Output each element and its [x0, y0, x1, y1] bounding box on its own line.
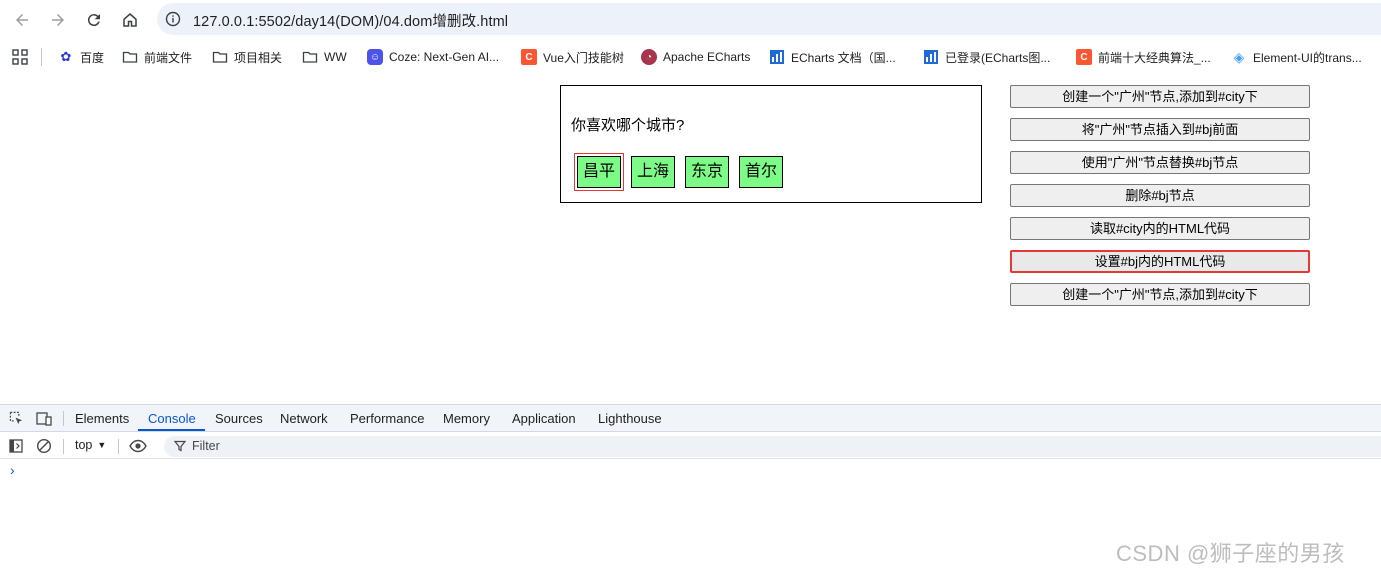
bookmark-baidu[interactable]: ✿ 百度 — [58, 47, 104, 67]
devtools-panel: Elements Console Sources Network Perform… — [0, 404, 1381, 572]
url-text: 127.0.0.1:5502/day14(DOM)/04.dom增删改.html — [193, 14, 509, 30]
replace-bj-button[interactable]: 使用"广州"节点替换#bj节点 — [1010, 151, 1310, 174]
bookmark-label: ECharts 文档（国... — [791, 50, 896, 65]
tab-performance[interactable]: Performance — [350, 411, 424, 426]
chart-icon — [924, 50, 938, 64]
bookmark-label: Coze: Next-Gen AI... — [389, 50, 500, 64]
city-question: 你喜欢哪个城市? — [571, 117, 685, 134]
toolbar-divider — [118, 439, 119, 454]
inspect-element-icon[interactable] — [9, 411, 24, 426]
tab-console[interactable]: Console — [148, 411, 196, 426]
set-bj-html-button[interactable]: 设置#bj内的HTML代码 — [1010, 250, 1310, 273]
bookmark-apache-echarts[interactable]: ◔ Apache ECharts — [641, 47, 750, 67]
apps-grid-icon[interactable] — [12, 49, 28, 65]
device-toolbar-icon[interactable] — [36, 411, 52, 426]
echarts-icon: ◔ — [641, 49, 657, 65]
city-item[interactable]: 东京 — [685, 156, 730, 188]
bookmark-folder-ww[interactable]: WW — [302, 47, 347, 67]
bookmark-label: 已登录(ECharts图... — [945, 50, 1051, 65]
clear-console-icon[interactable] — [36, 438, 52, 454]
create-guangzhou-button-2[interactable]: 创建一个"广州"节点,添加到#city下 — [1010, 283, 1310, 306]
browser-toolbar: 127.0.0.1:5502/day14(DOM)/04.dom增删改.html — [0, 0, 1381, 40]
filter-icon — [174, 440, 186, 452]
read-city-html-button[interactable]: 读取#city内的HTML代码 — [1010, 217, 1310, 240]
bookmark-label: Vue入门技能树 — [543, 50, 624, 65]
remove-bj-button[interactable]: 删除#bj节点 — [1010, 184, 1310, 207]
bookmark-echarts-logged[interactable]: 已登录(ECharts图... — [923, 47, 1050, 67]
bookmark-label: Element-UI的trans... — [1253, 50, 1362, 65]
address-bar[interactable]: 127.0.0.1:5502/day14(DOM)/04.dom增删改.html — [157, 3, 1381, 35]
forward-button[interactable] — [46, 8, 70, 32]
bookmark-coze[interactable]: ☺ Coze: Next-Gen AI... — [367, 47, 499, 67]
create-guangzhou-button[interactable]: 创建一个"广州"节点,添加到#city下 — [1010, 85, 1310, 108]
tab-sources[interactable]: Sources — [215, 411, 263, 426]
city-item-bj[interactable]: 昌平 — [573, 153, 625, 191]
coze-icon: ☺ — [367, 49, 383, 65]
folder-icon — [122, 51, 138, 63]
chart-icon — [770, 50, 784, 64]
tab-memory[interactable]: Memory — [443, 411, 490, 426]
baidu-icon: ✿ — [60, 49, 72, 64]
site-info-icon[interactable] — [165, 11, 181, 27]
watermark-text: CSDN @狮子座的男孩 — [1116, 541, 1345, 566]
bookmark-vue[interactable]: C Vue入门技能树 — [521, 47, 624, 67]
bookmark-folder-frontend[interactable]: 前端文件 — [122, 47, 192, 67]
bookmark-label: 百度 — [80, 50, 105, 65]
toolbar-divider — [63, 439, 64, 454]
city-item[interactable]: 上海 — [631, 156, 676, 188]
sidebar-toggle-icon[interactable] — [9, 439, 23, 453]
csdn-icon: C — [1076, 49, 1092, 65]
dropdown-caret-icon: ▼ — [97, 440, 107, 450]
bookmark-label: 项目相关 — [234, 50, 283, 65]
bookmark-label: Apache ECharts — [663, 50, 751, 64]
tab-elements[interactable]: Elements — [75, 411, 129, 426]
reload-button[interactable] — [82, 8, 106, 32]
bookmark-folder-projects[interactable]: 项目相关 — [212, 47, 282, 67]
eye-icon[interactable] — [129, 439, 147, 453]
tab-lighthouse[interactable]: Lighthouse — [598, 411, 662, 426]
bookmarks-bar: ✿ 百度 前端文件 项目相关 WW ☺ Coze: Next-Gen AI...… — [0, 42, 1381, 72]
arrow-left-icon — [16, 14, 28, 26]
element-icon: ◈ — [1233, 48, 1245, 65]
city-item[interactable]: 首尔 — [739, 156, 784, 188]
filter-input[interactable]: Filter — [164, 436, 1381, 457]
tab-application[interactable]: Application — [512, 411, 576, 426]
bookmark-algorithms[interactable]: C 前端十大经典算法_... — [1076, 47, 1211, 67]
back-button[interactable] — [10, 8, 34, 32]
home-icon — [123, 13, 137, 27]
insert-before-bj-button[interactable]: 将"广州"节点插入到#bj前面 — [1010, 118, 1310, 141]
home-button[interactable] — [118, 8, 142, 32]
bookmark-echarts-docs[interactable]: ECharts 文档（国... — [769, 47, 896, 67]
city-container: 你喜欢哪个城市? 昌平 上海 东京 首尔 — [560, 85, 982, 203]
bookmark-label: 前端十大经典算法_... — [1098, 50, 1211, 65]
context-selector[interactable]: top ▼ — [75, 438, 106, 452]
arrow-right-icon — [52, 14, 64, 26]
folder-icon — [212, 51, 228, 63]
console-toolbar: top ▼ Filter — [0, 433, 1381, 459]
console-prompt[interactable]: › — [10, 462, 15, 478]
context-label: top — [75, 438, 93, 452]
bookmark-label: 前端文件 — [144, 50, 193, 65]
bookmark-element-ui[interactable]: ◈ Element-UI的trans... — [1231, 47, 1362, 67]
csdn-icon: C — [521, 49, 537, 65]
filter-placeholder: Filter — [192, 439, 220, 453]
devtools-tab-bar: Elements Console Sources Network Perform… — [0, 405, 1381, 432]
tab-network[interactable]: Network — [280, 411, 328, 426]
bookmarks-divider — [41, 48, 42, 66]
folder-icon — [302, 51, 318, 63]
reload-icon — [87, 14, 100, 27]
active-tab-indicator — [138, 429, 205, 431]
bookmark-label: WW — [324, 50, 347, 64]
page-viewport: 你喜欢哪个城市? 昌平 上海 东京 首尔 创建一个"广州"节点,添加到#city… — [0, 76, 1381, 404]
tab-divider — [63, 411, 64, 426]
